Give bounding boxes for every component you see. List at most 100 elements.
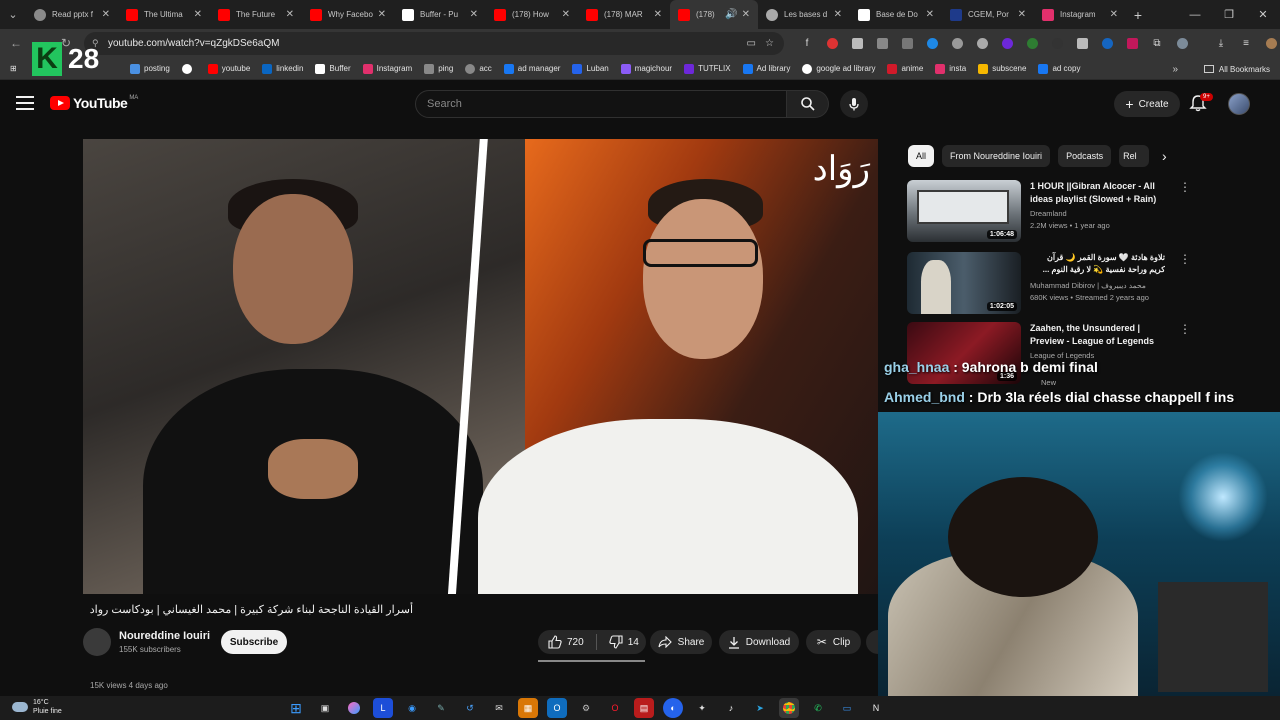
browser-tab[interactable]: Buffer - Pu ✕ [394,0,486,29]
app-icon[interactable]: L [373,698,393,718]
bookmark-item[interactable]: google ad library [796,58,881,80]
bookmark-item[interactable]: anime [881,58,929,80]
bookmark-item[interactable]: ad copy [1032,58,1086,80]
extension-icon[interactable] [923,35,941,53]
bookmark-item[interactable]: ad manager [498,58,567,80]
tab-close-icon[interactable]: ✕ [834,9,842,20]
search-input[interactable]: Search [415,90,787,118]
channel-name[interactable]: Noureddine Iouiri [119,630,210,642]
recommendation-item[interactable]: 1:02:05 تلاوة هادئة 🤍 سورة القمر 🌙 قرآن … [907,252,1197,314]
app-icon[interactable]: ✦ [692,698,712,718]
account-avatar-icon[interactable] [1262,35,1280,53]
subscribe-button[interactable]: Subscribe [221,630,287,654]
bookmark-item[interactable]: posting [124,58,176,80]
bookmark-item[interactable]: Ad library [737,58,797,80]
more-bookmarks-chevron-icon[interactable]: » [1172,58,1178,80]
bookmark-item[interactable]: Buffer [309,58,356,80]
tab-close-icon[interactable]: ✕ [102,9,110,20]
recommendation-item[interactable]: 1:06:48 1 HOUR ||Gibran Alcocer - All id… [907,180,1197,242]
reading-list-icon[interactable]: ≡ [1237,35,1255,53]
app-icon[interactable]: ◉ [402,698,422,718]
bookmark-item[interactable]: insta [929,58,972,80]
extension-icon[interactable] [848,35,866,53]
youtube-logo[interactable]: YouTube MA [50,95,138,111]
browser-tab[interactable]: (178) How ✕ [486,0,578,29]
tab-close-icon[interactable]: ✕ [194,9,202,20]
browser-tab[interactable]: Read pptx f ✕ [26,0,118,29]
browser-tab[interactable]: (178) MAR ✕ [578,0,670,29]
browser-tab[interactable]: Why Facebo ✕ [302,0,394,29]
new-tab-button[interactable]: + [1126,7,1150,23]
bookmark-item[interactable]: acc [459,58,497,80]
extension-icon[interactable] [1073,35,1091,53]
search-button[interactable] [787,90,829,118]
download-button[interactable]: Download [719,630,799,654]
back-icon[interactable]: ← [4,31,28,55]
tab-audio-icon[interactable]: 🔊 [725,9,737,20]
app-icon[interactable]: ◐ [663,698,683,718]
clip-button[interactable]: ✂ Clip [806,630,861,654]
app-icon[interactable]: ↺ [460,698,480,718]
settings-gear-icon[interactable]: ⚙ [576,698,596,718]
more-actions-button[interactable] [866,630,878,654]
tab-close-icon[interactable]: ✕ [1110,9,1118,20]
bookmark-item[interactable]: TUTFLIX [678,58,736,80]
browser-tab[interactable]: Instagram ✕ [1034,0,1126,29]
outlook-icon[interactable]: O [547,698,567,718]
bookmark-item[interactable]: Luban [566,58,614,80]
tab-close-icon[interactable]: ✕ [926,9,934,20]
share-button[interactable]: Share [650,630,712,654]
bookmark-item[interactable]: linkedin [256,58,309,80]
browser-tab[interactable]: Base de Do ✕ [850,0,942,29]
bookmark-item[interactable]: ping [418,58,459,80]
app-icon[interactable]: ✎ [431,698,451,718]
address-bar[interactable]: ⚲ youtube.com/watch?v=qZgkDSe6aQM ▭ ☆ [84,32,784,55]
chevron-right-icon[interactable]: › [1162,148,1167,164]
font-extension-icon[interactable]: f [798,35,816,53]
bookmark-star-icon[interactable]: ☆ [765,38,774,49]
profile-icon[interactable] [1173,35,1191,53]
all-bookmarks-button[interactable]: All Bookmarks [1203,58,1270,80]
windows-start-icon[interactable]: ⊞ [286,698,306,718]
menu-icon[interactable] [16,96,34,110]
tab-close-icon[interactable]: ✕ [562,9,570,20]
weather-widget[interactable]: 16°C Pluie fine [12,698,62,716]
user-avatar[interactable] [1228,93,1250,115]
chip-podcasts[interactable]: Podcasts [1058,145,1112,167]
chip-from-channel[interactable]: From Noureddine Iouiri [942,145,1051,167]
channel-avatar[interactable] [83,628,111,656]
tab-close-icon[interactable]: ✕ [742,9,750,20]
tab-close-icon[interactable]: ✕ [654,9,662,20]
tab-close-icon[interactable]: ✕ [470,9,478,20]
extension-icon[interactable] [823,35,841,53]
maximize-icon[interactable]: ❐ [1212,0,1246,29]
download-icon[interactable]: ⤓ [1212,35,1230,53]
voice-search-button[interactable] [840,90,868,118]
bookmark-item[interactable]: magichour [615,58,678,80]
browser-tab[interactable]: The Ultima ✕ [118,0,210,29]
dislike-button[interactable]: 14 [609,635,639,649]
app-icon[interactable]: ▤ [634,698,654,718]
browser-tab[interactable]: The Future ✕ [210,0,302,29]
browser-tab[interactable]: CGEM, Por ✕ [942,0,1034,29]
whatsapp-icon[interactable]: ✆ [808,698,828,718]
extension-icon[interactable] [998,35,1016,53]
bookmark-item[interactable]: subscene [972,58,1032,80]
tab-close-icon[interactable]: ✕ [378,9,386,20]
telegram-icon[interactable]: ➤ [750,698,770,718]
browser-tab-active[interactable]: (178) 🔊 ✕ [670,0,758,29]
bookmark-item[interactable]: youtube [202,58,256,80]
video-player[interactable]: رَوَاد [83,139,878,594]
chip-related[interactable]: Rel [1119,145,1150,167]
task-view-icon[interactable]: ▣ [315,698,335,718]
extension-icon[interactable] [1098,35,1116,53]
create-button[interactable]: + Create [1114,91,1180,117]
app-icon[interactable]: ▭ [837,698,857,718]
extension-icon[interactable] [1023,35,1041,53]
notion-icon[interactable]: N [866,698,886,718]
app-icon[interactable]: ▦ [518,698,538,718]
more-options-icon[interactable]: ⋮ [1179,322,1191,336]
install-app-icon[interactable]: ▭ [747,38,756,49]
browser-tab[interactable]: Les bases d ✕ [758,0,850,29]
extension-icon[interactable] [1123,35,1141,53]
